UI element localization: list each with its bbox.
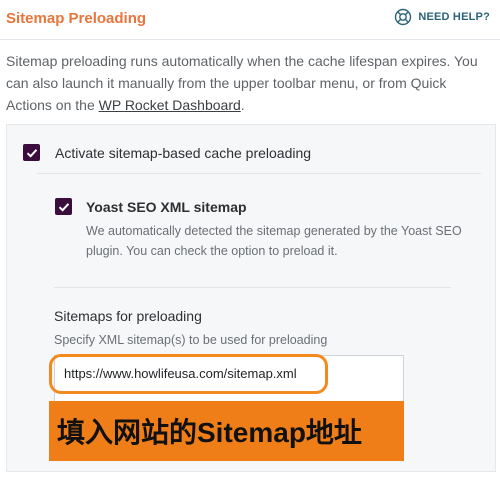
- yoast-sitemap-option[interactable]: Yoast SEO XML sitemap: [55, 198, 247, 215]
- section-description: Sitemap preloading runs automatically wh…: [6, 50, 494, 116]
- yoast-sitemap-description: We automatically detected the sitemap ge…: [86, 224, 462, 258]
- sitemap-preload-label: Activate sitemap-based cache preloading: [55, 144, 312, 161]
- annotation-banner-text: 填入网站的Sitemap地址: [57, 417, 362, 448]
- sitemap-preload-checkbox[interactable]: [23, 144, 40, 161]
- yoast-sitemap-checkbox[interactable]: [55, 198, 72, 215]
- divider: [54, 287, 451, 288]
- need-help-label[interactable]: NEED HELP?: [418, 11, 490, 23]
- wp-rocket-dashboard-link[interactable]: WP Rocket Dashboard: [99, 97, 241, 113]
- sitemaps-title: Sitemaps for preloading: [54, 308, 202, 324]
- need-help-link[interactable]: NEED HELP?: [394, 8, 490, 26]
- checkmark-icon: [26, 148, 37, 158]
- sitemaps-description: Specify XML sitemap(s) to be used for pr…: [54, 333, 328, 347]
- yoast-sitemap-label: Yoast SEO XML sitemap: [86, 198, 247, 215]
- preload-options-panel: Activate sitemap-based cache preloading …: [6, 124, 496, 472]
- description-end: .: [240, 97, 245, 113]
- sitemap-preload-option[interactable]: Activate sitemap-based cache preloading: [23, 144, 311, 161]
- section-title: Sitemap Preloading: [6, 10, 147, 27]
- annotation-highlight: [49, 354, 328, 394]
- checkmark-icon: [58, 202, 69, 212]
- annotation-banner: 填入网站的Sitemap地址: [49, 401, 404, 461]
- section-header: Sitemap Preloading NEED HELP?: [0, 0, 500, 40]
- divider: [37, 173, 481, 174]
- lifebuoy-icon: [394, 8, 412, 26]
